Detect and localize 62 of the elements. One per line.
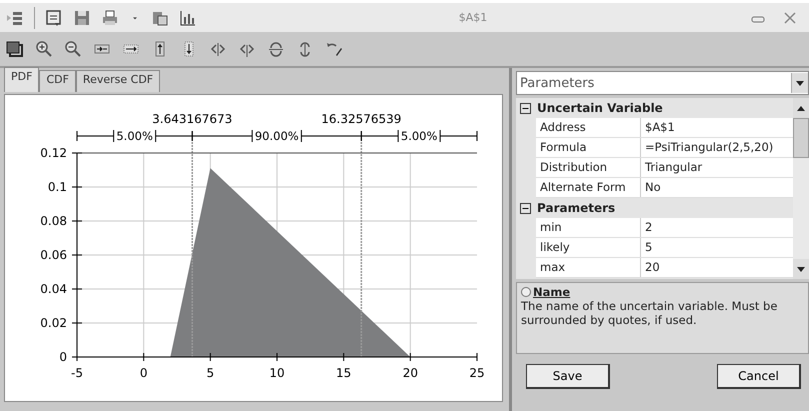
zoom-out-icon[interactable] <box>64 40 82 58</box>
x-tick-label: 15 <box>336 366 352 380</box>
y-tick-label: 0.04 <box>40 282 67 296</box>
scrollbar[interactable] <box>793 98 809 279</box>
x-tick-label: 25 <box>469 366 485 380</box>
dialog-button[interactable]: Cancel <box>717 364 801 389</box>
scroll-down-icon[interactable] <box>797 266 805 272</box>
scroll-up-icon[interactable] <box>797 106 805 110</box>
dropdown-arrow-icon <box>796 80 804 86</box>
x-tick-label: 0 <box>140 366 148 380</box>
x-tick-label: 5 <box>206 366 214 380</box>
interval-label: 5.00% <box>116 129 153 143</box>
property-name: Alternate Form <box>536 178 641 197</box>
property-name: max <box>536 258 641 277</box>
property-value[interactable]: 5 <box>641 238 793 257</box>
x-tick-label: 10 <box>269 366 285 380</box>
interval-label: 90.00% <box>254 129 299 143</box>
chart-tab[interactable]: PDF <box>4 67 40 92</box>
help-title: Name <box>533 285 570 299</box>
bar-chart-icon[interactable] <box>179 8 197 26</box>
property-value[interactable]: $A$1 <box>641 118 793 137</box>
chart-tab[interactable]: CDF <box>39 70 76 92</box>
form-icon[interactable] <box>45 8 63 26</box>
zoom-in-icon[interactable] <box>35 40 53 58</box>
y-tick-label: 0.12 <box>40 146 67 160</box>
x-tick-label: -5 <box>71 366 83 380</box>
property-value[interactable]: =PsiTriangular(2,5,20) <box>641 138 793 157</box>
y-tick-label: 0.1 <box>48 180 67 194</box>
property-name: Distribution <box>536 158 641 177</box>
collapse-icon[interactable] <box>520 202 531 214</box>
dialog-button[interactable]: Save <box>526 364 610 389</box>
view-dropdown[interactable]: Parameters <box>516 71 809 95</box>
y-tick-label: 0.06 <box>40 248 67 262</box>
chart-tab[interactable]: Reverse CDF <box>76 70 160 92</box>
window-title: $A$1 <box>458 11 488 24</box>
property-value[interactable]: No <box>641 178 793 197</box>
print-icon[interactable] <box>101 8 119 26</box>
interval-label: 5.00% <box>400 129 438 143</box>
undo-edit-icon[interactable] <box>325 40 343 58</box>
y-tick-label: 0.08 <box>40 214 67 228</box>
save-icon[interactable] <box>73 8 91 26</box>
percentile-value: 16.32576539 <box>321 112 402 126</box>
property-value[interactable]: 2 <box>641 218 793 237</box>
category-heading: Parameters <box>537 201 616 215</box>
property-name: Address <box>536 118 641 137</box>
category-heading: Uncertain Variable <box>537 101 663 115</box>
scroll-thumb[interactable] <box>793 118 809 158</box>
y-tick-label: 0.02 <box>40 316 67 330</box>
x-tick-label: 20 <box>402 366 418 380</box>
percentile-value: 3.643167673 <box>152 112 232 126</box>
flip-left-icon[interactable] <box>209 40 227 58</box>
y-tick-label: 0 <box>59 350 67 364</box>
help-text: The name of the uncertain variable. Must be surrounded by quotes, if used. <box>521 299 778 327</box>
collapse-icon[interactable] <box>520 102 531 114</box>
property-value[interactable]: Triangular <box>641 158 793 177</box>
property-name: min <box>536 218 641 237</box>
copy-window-icon[interactable] <box>6 40 24 58</box>
property-value[interactable]: 20 <box>641 258 793 277</box>
property-name: Formula <box>536 138 641 157</box>
rotate-left-icon[interactable] <box>267 40 285 58</box>
property-name: likely <box>536 238 641 257</box>
help-icon <box>521 287 531 297</box>
